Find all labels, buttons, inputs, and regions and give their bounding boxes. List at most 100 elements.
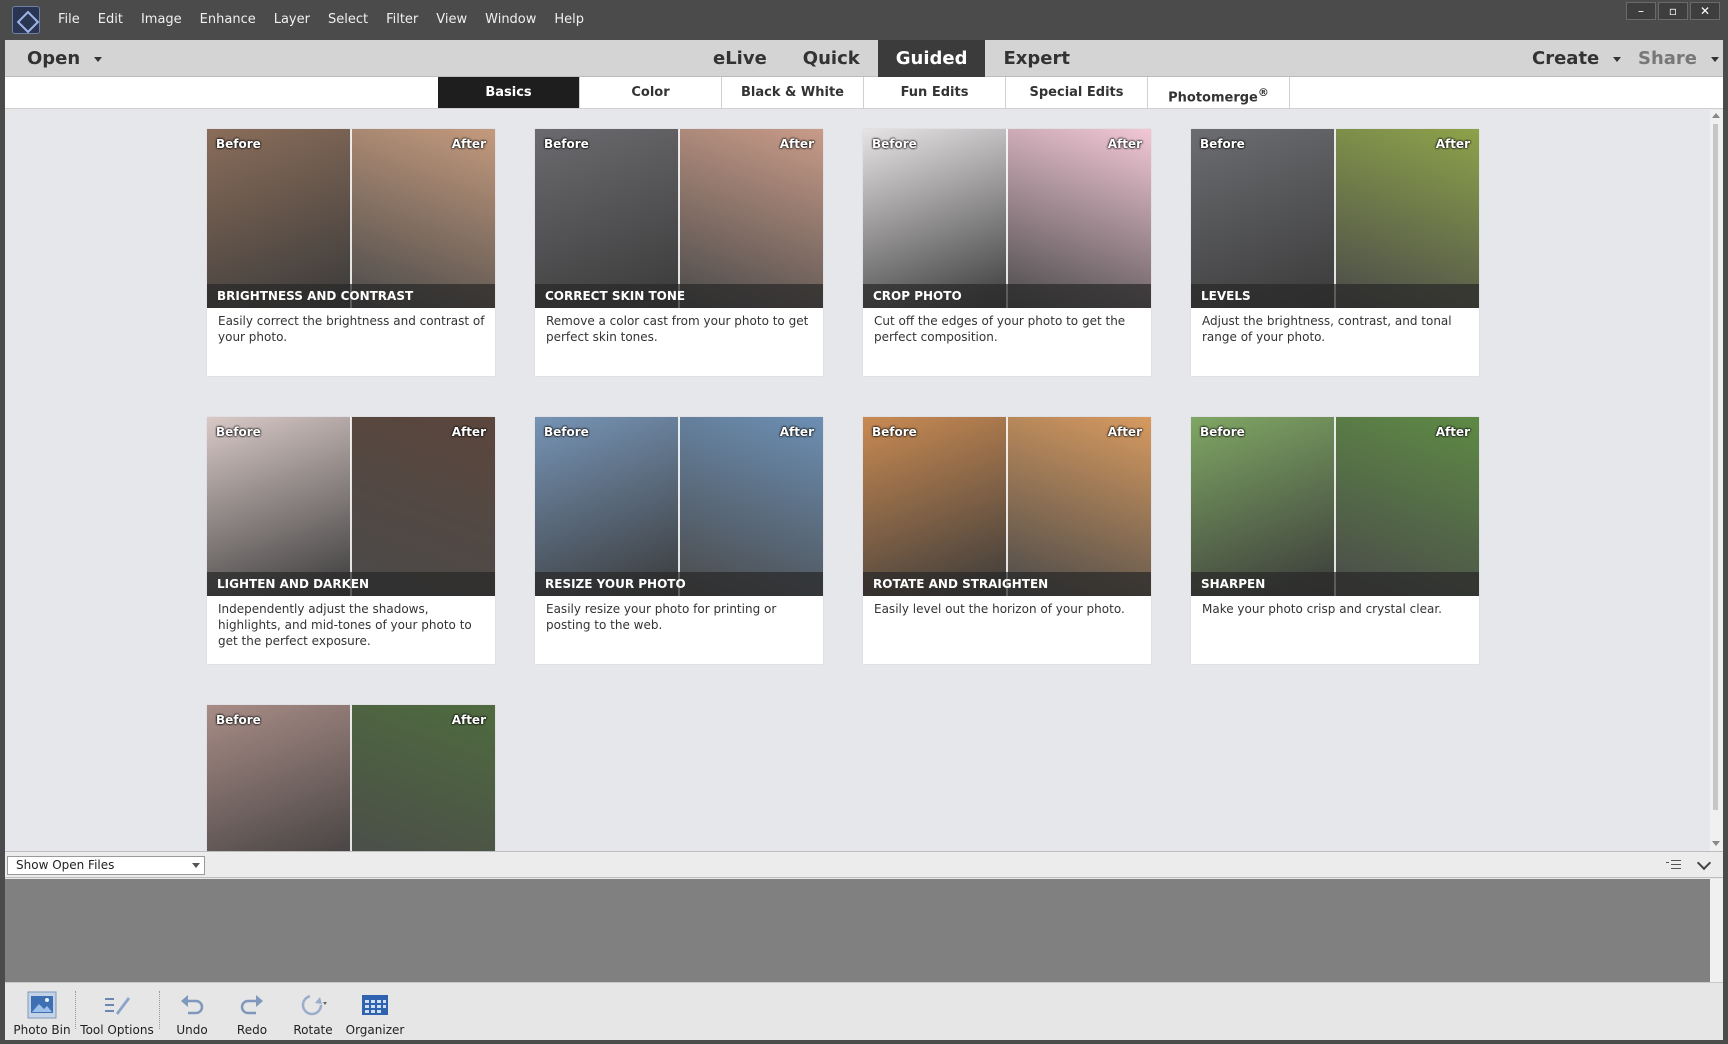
card-levels[interactable]: Before After LEVELS Adjust the brightnes… — [1191, 129, 1479, 376]
organizer-label: Organizer — [345, 1023, 405, 1037]
registered-mark: ® — [1257, 86, 1269, 99]
collapse-bin-icon[interactable] — [1696, 855, 1712, 871]
before-image — [207, 417, 351, 596]
menu-layer[interactable]: Layer — [274, 0, 310, 40]
tab-black-white[interactable]: Black & White — [722, 77, 864, 108]
card-thumbnail: Before After LIGHTEN AND DARKEN — [207, 417, 495, 596]
tab-special-edits[interactable]: Special Edits — [1006, 77, 1148, 108]
split-divider — [1006, 417, 1008, 596]
card-description: Easily level out the horizon of your pho… — [874, 602, 1125, 616]
before-label: Before — [544, 137, 589, 151]
chevron-down-icon — [94, 56, 103, 62]
tab-fun-edits[interactable]: Fun Edits — [864, 77, 1006, 108]
photo-bin-scrollbar[interactable] — [1710, 879, 1723, 982]
content-scrollbar[interactable] — [1710, 110, 1723, 851]
organizer-icon — [360, 991, 390, 1019]
card-ninth[interactable]: Before After — [207, 705, 495, 851]
card-title: LIGHTEN AND DARKEN — [207, 572, 495, 596]
open-button[interactable]: Open — [27, 40, 103, 77]
window-border-right — [1723, 40, 1728, 1044]
tool-options-button[interactable]: Tool Options — [77, 983, 157, 1041]
before-image — [535, 417, 679, 596]
card-correct-skin-tone[interactable]: Before After CORRECT SKIN TONE Remove a … — [535, 129, 823, 376]
mode-bar: Open eLive Quick Guided Expert Create Sh… — [5, 40, 1723, 77]
before-image — [863, 129, 1007, 308]
minimize-button[interactable]: – — [1626, 2, 1656, 20]
after-label: After — [451, 713, 486, 727]
menu-window[interactable]: Window — [485, 0, 536, 40]
after-label: After — [779, 425, 814, 439]
rotate-button[interactable]: Rotate — [287, 983, 339, 1041]
card-rotate-straighten[interactable]: Before After ROTATE AND STRAIGHTEN Easil… — [863, 417, 1151, 664]
scroll-down-icon[interactable] — [1712, 841, 1720, 846]
redo-button[interactable]: Redo — [227, 983, 277, 1041]
tab-elive[interactable]: eLive — [695, 40, 785, 77]
tab-photomerge[interactable]: Photomerge® — [1148, 77, 1290, 108]
card-description: Remove a color cast from your photo to g… — [546, 314, 809, 344]
card-title: ROTATE AND STRAIGHTEN — [863, 572, 1151, 596]
card-title: RESIZE YOUR PHOTO — [535, 572, 823, 596]
tool-options-icon — [102, 991, 132, 1019]
card-brightness-contrast[interactable]: Before After BRIGHTNESS AND CONTRAST Eas… — [207, 129, 495, 376]
card-lighten-darken[interactable]: Before After LIGHTEN AND DARKEN Independ… — [207, 417, 495, 664]
menu-view[interactable]: View — [436, 0, 467, 40]
menu-image[interactable]: Image — [141, 0, 182, 40]
photo-bin-button[interactable]: Photo Bin — [11, 983, 73, 1041]
after-image — [1007, 417, 1151, 596]
card-description: Easily resize your photo for printing or… — [546, 602, 777, 632]
restore-button[interactable]: ▫ — [1658, 2, 1688, 20]
tab-basics[interactable]: Basics — [438, 77, 580, 108]
share-button[interactable]: Share — [1638, 40, 1720, 77]
after-label: After — [1435, 425, 1470, 439]
after-label: After — [451, 137, 486, 151]
before-label: Before — [872, 137, 917, 151]
tab-color[interactable]: Color — [580, 77, 722, 108]
card-description: Adjust the brightness, contrast, and ton… — [1202, 314, 1452, 344]
before-label: Before — [216, 713, 261, 727]
undo-button[interactable]: Undo — [167, 983, 217, 1041]
card-description: Independently adjust the shadows, highli… — [218, 602, 472, 648]
undo-icon — [177, 991, 207, 1019]
before-image — [1191, 417, 1335, 596]
tab-photomerge-label: Photomerge — [1168, 90, 1258, 106]
menu-edit[interactable]: Edit — [98, 0, 123, 40]
split-divider — [1334, 129, 1336, 308]
card-title: BRIGHTNESS AND CONTRAST — [207, 284, 495, 308]
app-logo-icon — [12, 6, 40, 34]
show-open-files-dropdown[interactable]: Show Open Files — [7, 856, 205, 875]
close-button[interactable]: ✕ — [1690, 2, 1720, 20]
after-image — [351, 417, 495, 596]
before-image — [1191, 129, 1335, 308]
organizer-button[interactable]: Organizer — [343, 983, 407, 1041]
menu-file[interactable]: File — [58, 0, 80, 40]
card-description: Make your photo crisp and crystal clear. — [1202, 602, 1442, 616]
create-button[interactable]: Create — [1532, 40, 1622, 77]
after-image — [679, 129, 823, 308]
before-label: Before — [872, 425, 917, 439]
menu-select[interactable]: Select — [328, 0, 368, 40]
menu-help[interactable]: Help — [554, 0, 584, 40]
menu-filter[interactable]: Filter — [386, 0, 418, 40]
split-divider — [1334, 417, 1336, 596]
card-thumbnail: Before After ROTATE AND STRAIGHTEN — [863, 417, 1151, 596]
category-tabs: Basics Color Black & White Fun Edits Spe… — [438, 77, 1290, 109]
menu-enhance[interactable]: Enhance — [200, 0, 256, 40]
after-image — [1007, 129, 1151, 308]
redo-icon — [237, 991, 267, 1019]
open-button-label: Open — [27, 48, 81, 69]
scroll-thumb[interactable] — [1713, 124, 1718, 810]
tab-expert[interactable]: Expert — [985, 40, 1087, 77]
tab-quick[interactable]: Quick — [785, 40, 878, 77]
toolbar-divider — [75, 991, 76, 1029]
title-bar: File Edit Image Enhance Layer Select Fil… — [0, 0, 1728, 40]
card-crop-photo[interactable]: Before After CROP PHOTO Cut off the edge… — [863, 129, 1151, 376]
guided-edits-grid: Before After BRIGHTNESS AND CONTRAST Eas… — [5, 110, 1710, 851]
scroll-up-icon[interactable] — [1712, 113, 1720, 118]
card-resize-photo[interactable]: Before After RESIZE YOUR PHOTO Easily re… — [535, 417, 823, 664]
tab-guided[interactable]: Guided — [877, 40, 986, 77]
bin-options-icon[interactable] — [1665, 858, 1681, 872]
chevron-down-icon — [1613, 56, 1622, 62]
card-title: LEVELS — [1191, 284, 1479, 308]
card-sharpen[interactable]: Before After SHARPEN Make your photo cri… — [1191, 417, 1479, 664]
rotate-icon — [298, 991, 328, 1019]
